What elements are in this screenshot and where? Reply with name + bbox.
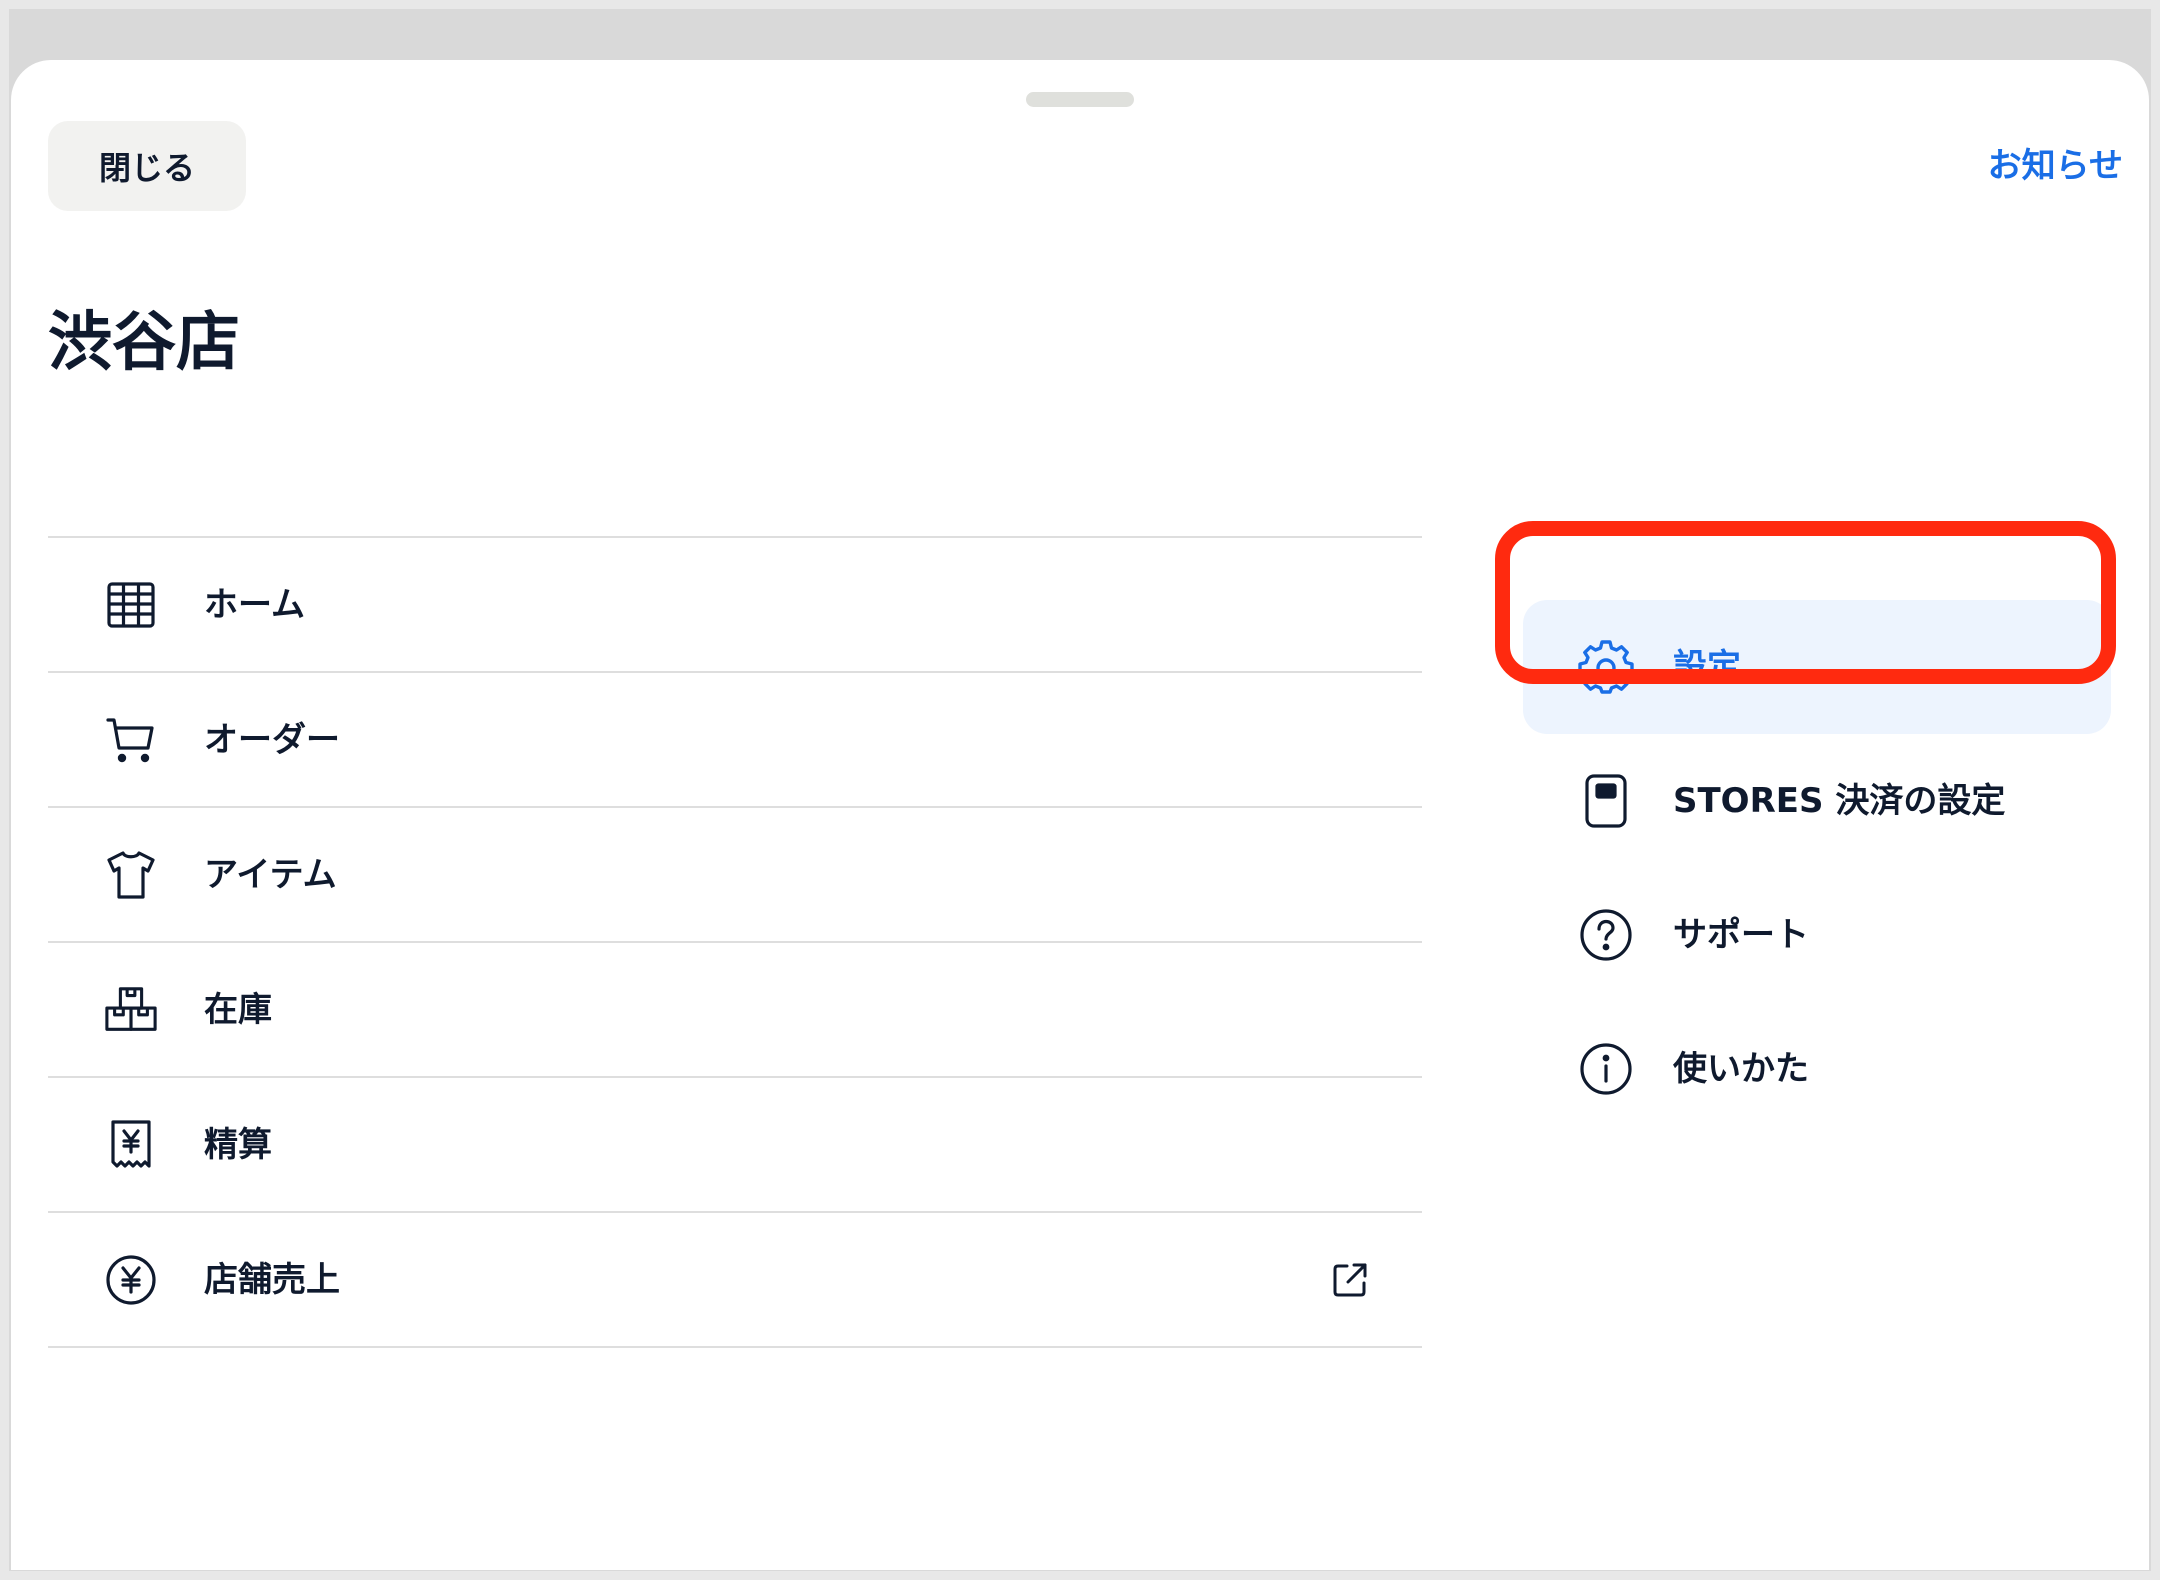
menu-item-label: ホーム bbox=[204, 584, 305, 625]
side-item-label: サポート bbox=[1673, 915, 1809, 955]
close-button[interactable]: 閉じる bbox=[48, 121, 246, 211]
menu-item-items[interactable]: アイテム bbox=[48, 808, 1422, 943]
side-item-settings[interactable]: 設定 bbox=[1523, 600, 2111, 734]
yen-receipt-icon bbox=[104, 1118, 158, 1172]
side-item-support[interactable]: サポート bbox=[1523, 868, 2111, 1002]
yen-circle-icon bbox=[104, 1253, 158, 1307]
menu-item-orders[interactable]: オーダー bbox=[48, 673, 1422, 808]
card-reader-icon bbox=[1577, 772, 1635, 830]
menu-item-inventory[interactable]: 在庫 bbox=[48, 943, 1422, 1078]
menu-item-store-sales[interactable]: 店舗売上 bbox=[48, 1213, 1422, 1348]
side-item-how-to-use[interactable]: 使いかた bbox=[1523, 1002, 2111, 1136]
page-title: 渋谷店 bbox=[48, 306, 240, 380]
menu-item-label: 在庫 bbox=[204, 989, 272, 1030]
menu-item-settlement[interactable]: 精算 bbox=[48, 1078, 1422, 1213]
menu-item-label: オーダー bbox=[204, 719, 340, 760]
shirt-icon bbox=[104, 848, 158, 902]
external-link-icon bbox=[1330, 1260, 1370, 1300]
question-circle-icon bbox=[1577, 906, 1635, 964]
menu-item-home[interactable]: ホーム bbox=[48, 538, 1422, 673]
side-item-stores-payment-settings[interactable]: STORES 決済の設定 bbox=[1523, 734, 2111, 868]
gear-icon bbox=[1577, 638, 1635, 696]
cart-icon bbox=[104, 713, 158, 767]
sheet-grabber-handle[interactable] bbox=[1026, 92, 1134, 107]
grid-icon bbox=[104, 578, 158, 632]
menu-sheet: 閉じる お知らせ 渋谷店 ホーム オーダー アイテム 在庫 精算 店舗売上 設定… bbox=[11, 60, 2149, 1570]
side-item-label: STORES 決済の設定 bbox=[1673, 781, 2006, 821]
news-link[interactable]: お知らせ bbox=[1988, 146, 2123, 186]
boxes-icon bbox=[104, 983, 158, 1037]
info-circle-icon bbox=[1577, 1040, 1635, 1098]
menu-item-label: 店舗売上 bbox=[204, 1259, 340, 1300]
menu-item-label: アイテム bbox=[204, 854, 337, 895]
main-menu: ホーム オーダー アイテム 在庫 精算 店舗売上 bbox=[48, 536, 1422, 1348]
side-item-label: 設定 bbox=[1673, 647, 1741, 687]
side-menu: 設定 STORES 決済の設定 サポート 使いかた bbox=[1523, 600, 2111, 1136]
menu-item-label: 精算 bbox=[204, 1124, 272, 1165]
side-item-label: 使いかた bbox=[1673, 1049, 1809, 1089]
